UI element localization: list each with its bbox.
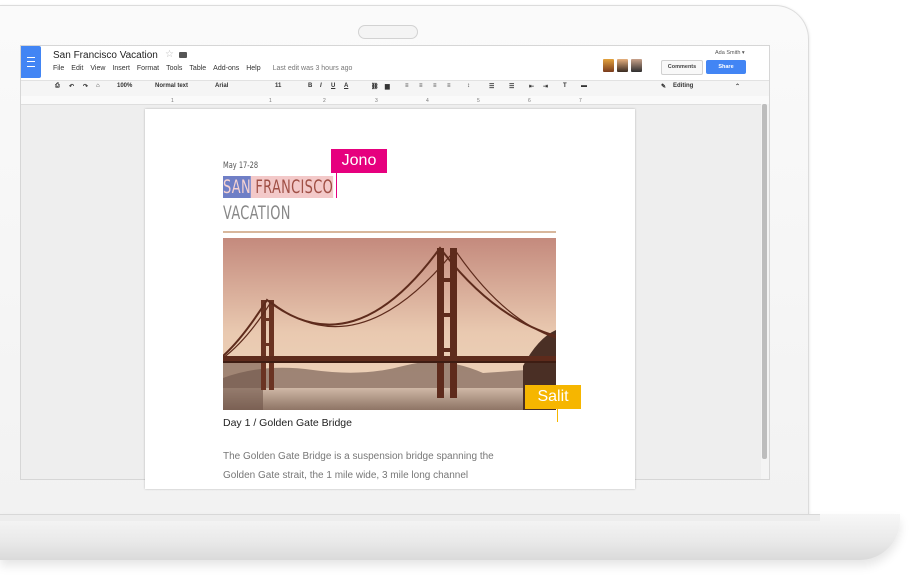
avatar[interactable]: [631, 59, 642, 72]
menu-edit[interactable]: Edit: [71, 65, 83, 72]
ruler-label: 6: [528, 98, 531, 104]
ruler-label: 7: [579, 98, 582, 104]
editing-mode-pencil-icon[interactable]: ✎: [661, 83, 666, 90]
undo-icon[interactable]: ↶: [69, 83, 74, 90]
avatar[interactable]: [603, 59, 614, 72]
comment-icon[interactable]: ▆: [385, 83, 390, 90]
heading-highlighted-text[interactable]: FRANCISCO: [250, 176, 334, 198]
star-icon[interactable]: ☆: [165, 49, 174, 60]
menu-tools[interactable]: Tools: [166, 65, 182, 72]
collaborator-cursor-jono: [336, 173, 337, 198]
heading-selected-text[interactable]: SAN: [223, 176, 251, 198]
docs-logo-icon[interactable]: [21, 46, 41, 78]
decrease-indent-icon[interactable]: ⇤: [529, 83, 534, 90]
bulleted-list-icon[interactable]: ☰: [509, 83, 514, 90]
scrollbar-thumb[interactable]: [762, 104, 767, 459]
line-spacing-icon[interactable]: ↕: [467, 83, 470, 89]
menu-table[interactable]: Table: [189, 65, 206, 72]
font-size-select[interactable]: 11: [275, 83, 281, 89]
redo-icon[interactable]: ↷: [83, 83, 88, 90]
align-left-icon[interactable]: ≡: [405, 83, 409, 89]
image-caption[interactable]: Day 1 / Golden Gate Bridge: [223, 417, 352, 429]
zoom-select[interactable]: 100%: [117, 83, 132, 89]
document-title[interactable]: San Francisco Vacation: [53, 50, 158, 61]
menu-help[interactable]: Help: [246, 65, 260, 72]
menu-addons[interactable]: Add-ons: [213, 65, 239, 72]
style-select[interactable]: Normal text: [155, 83, 188, 89]
heading-divider: [223, 231, 556, 233]
folder-icon[interactable]: [179, 52, 187, 58]
editing-mode-select[interactable]: Editing: [673, 83, 693, 89]
paint-format-icon[interactable]: ⌂: [96, 83, 100, 89]
ruler-label: 1: [269, 98, 272, 104]
menu-view[interactable]: View: [90, 65, 105, 72]
numbered-list-icon[interactable]: ☰: [489, 83, 494, 90]
underline-icon[interactable]: U: [331, 83, 335, 89]
collaborator-avatars: [603, 59, 642, 72]
menu-format[interactable]: Format: [137, 65, 159, 72]
last-edit-status[interactable]: Last edit was 3 hours ago: [273, 65, 353, 72]
link-icon[interactable]: ⛓: [371, 83, 379, 90]
align-right-icon[interactable]: ≡: [433, 83, 437, 89]
golden-gate-bridge-photo[interactable]: [223, 238, 556, 410]
ruler-label: 5: [477, 98, 480, 104]
account-name[interactable]: Ada Smith ▾: [715, 50, 745, 56]
italic-icon[interactable]: I: [320, 83, 322, 89]
print-icon[interactable]: ⎙: [55, 83, 60, 90]
menu-bar: File Edit View Insert Format Tools Table…: [53, 65, 352, 72]
ruler-label: 4: [426, 98, 429, 104]
document-heading-line2[interactable]: VACATION: [223, 202, 291, 224]
document-heading[interactable]: SAN FRANCISCO: [223, 176, 334, 198]
collaborator-cursor-flag-jono: Jono: [331, 149, 387, 173]
increase-indent-icon[interactable]: ⇥: [543, 83, 548, 90]
document-page[interactable]: May 17-28 SAN FRANCISCO VACATION Day 1 /…: [145, 109, 635, 489]
font-select[interactable]: Arial: [215, 83, 228, 89]
body-line[interactable]: The Golden Gate Bridge is a suspension b…: [223, 447, 563, 466]
ruler-label: 3: [375, 98, 378, 104]
laptop-camera: [358, 25, 418, 39]
laptop-base-lip: [0, 514, 820, 521]
collapse-menu-icon[interactable]: ⌃: [735, 83, 740, 90]
body-paragraph[interactable]: The Golden Gate Bridge is a suspension b…: [223, 447, 563, 485]
bold-icon[interactable]: B: [308, 83, 312, 89]
format-toolbar: ⎙ ↶ ↷ ⌂ 100% Normal text Arial 11 B I U …: [21, 80, 769, 97]
body-line[interactable]: Golden Gate strait, the 1 mile wide, 3 m…: [223, 466, 563, 485]
share-button[interactable]: Share: [706, 60, 746, 74]
ruler: 1 1 2 3 4 5 6 7: [21, 96, 769, 105]
title-bar: San Francisco Vacation ☆ File Edit View …: [21, 46, 769, 80]
clear-formatting-icon[interactable]: T: [563, 83, 567, 89]
menu-file[interactable]: File: [53, 65, 64, 72]
align-center-icon[interactable]: ≡: [419, 83, 423, 89]
justify-icon[interactable]: ≡: [447, 83, 451, 89]
text-color-icon[interactable]: A: [344, 83, 348, 89]
menu-insert[interactable]: Insert: [112, 65, 130, 72]
trip-dates[interactable]: May 17-28: [223, 161, 258, 171]
collaborator-cursor-salit: [557, 409, 558, 422]
collaborator-cursor-flag-salit: Salit: [525, 385, 581, 409]
ruler-label: 1: [171, 98, 174, 104]
comments-button[interactable]: Comments: [661, 60, 703, 75]
vertical-scrollbar[interactable]: [761, 104, 769, 479]
ruler-label: 2: [323, 98, 326, 104]
input-tools-icon[interactable]: ▬: [581, 83, 587, 89]
avatar[interactable]: [617, 59, 628, 72]
